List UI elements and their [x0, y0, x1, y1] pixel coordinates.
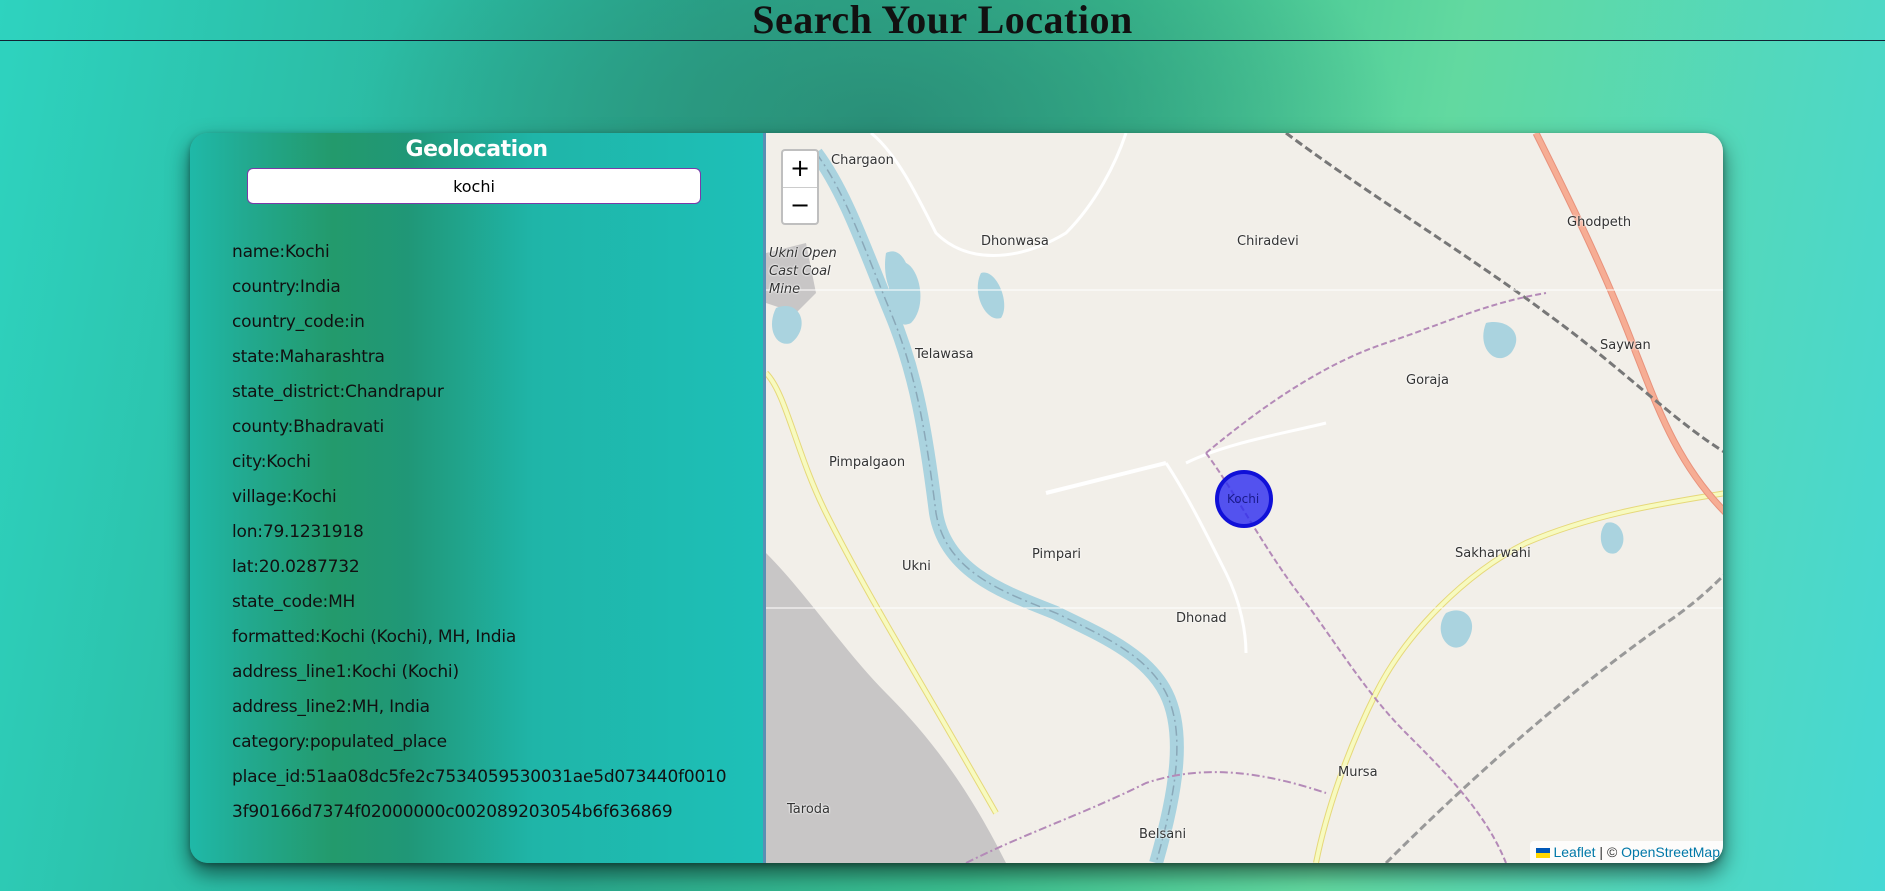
result-formatted: formatted:Kochi (Kochi), MH, India [232, 627, 517, 647]
result-place-id-continued: 3f90166d7374f02000000c002089203054b6f636… [232, 802, 673, 822]
place-chiradevi: Chiradevi [1237, 234, 1299, 249]
zoom-in-button[interactable]: + [783, 151, 817, 188]
railway [1384, 573, 1723, 863]
marker-label: Kochi [1227, 492, 1260, 506]
page-header: Search Your Location [0, 0, 1885, 42]
geolocation-card: Geolocation name:Kochi country:India cou… [190, 133, 1723, 863]
result-list: name:Kochi country:India country_code:in… [232, 235, 727, 830]
place-mursa: Mursa [1338, 765, 1378, 780]
place-dhonwasa: Dhonwasa [981, 234, 1049, 249]
highway [1533, 133, 1723, 514]
result-place-id: place_id:51aa08dc5fe2c7534059530031ae5d0… [232, 767, 727, 787]
result-name: name:Kochi [232, 242, 330, 262]
place-belsani: Belsani [1139, 827, 1187, 842]
openstreetmap-link[interactable]: OpenStreetMap [1621, 844, 1720, 860]
result-state: state:Maharashtra [232, 347, 385, 367]
lake [1440, 610, 1473, 648]
place-pimpari: Pimpari [1032, 547, 1082, 562]
place-telawasa: Telawasa [915, 347, 974, 362]
place-dhonad: Dhonad [1176, 611, 1227, 626]
lake [1483, 322, 1517, 359]
result-country: country:India [232, 277, 341, 297]
place-goraja: Goraja [1406, 373, 1449, 388]
place-ukni: Ukni [902, 559, 931, 574]
result-county: county:Bhadravati [232, 417, 385, 437]
attribution-separator: | © [1595, 844, 1622, 860]
minor-road [1045, 461, 1167, 495]
result-country-code: country_code:in [232, 312, 365, 332]
minor-road [1185, 421, 1327, 465]
place-ghodpeth: Ghodpeth [1567, 215, 1632, 230]
map-attribution: Leaflet | © OpenStreetMap [1530, 841, 1723, 863]
result-village: village:Kochi [232, 487, 337, 507]
lake [1600, 522, 1624, 554]
zoom-control: + − [781, 149, 819, 225]
lake [977, 272, 1005, 319]
admin-boundary [1205, 292, 1547, 454]
place-ukni-mine: Ukni Open Cast Coal Mine [769, 246, 837, 297]
place-saywan: Saywan [1600, 338, 1651, 353]
leaflet-link[interactable]: Leaflet [1553, 844, 1595, 860]
ukraine-flag-icon [1536, 848, 1551, 858]
lake [771, 306, 802, 344]
result-address-line2: address_line2:MH, India [232, 697, 430, 717]
result-category: category:populated_place [232, 732, 447, 752]
results-panel: Geolocation name:Kochi country:India cou… [190, 133, 763, 863]
result-address-line1: address_line1:Kochi (Kochi) [232, 662, 459, 682]
result-state-code: state_code:MH [232, 592, 356, 612]
location-search-input[interactable] [247, 168, 701, 204]
result-city: city:Kochi [232, 452, 311, 472]
place-sakharwahi: Sakharwahi [1455, 546, 1531, 561]
place-pimpalgaon: Pimpalgaon [829, 455, 906, 470]
page-title: Search Your Location [752, 0, 1133, 42]
zoom-out-button[interactable]: − [783, 188, 817, 224]
result-lon: lon:79.1231918 [232, 522, 364, 542]
result-lat: lat:20.0287732 [232, 557, 360, 577]
admin-boundary [965, 771, 1327, 863]
place-chargaon: Chargaon [831, 153, 894, 168]
result-state-district: state_district:Chandrapur [232, 382, 444, 402]
map[interactable]: Chargaon Dhonwasa Chiradevi Ghodpeth Ukn… [763, 133, 1723, 863]
panel-title: Geolocation [405, 137, 548, 162]
place-taroda: Taroda [787, 802, 830, 817]
